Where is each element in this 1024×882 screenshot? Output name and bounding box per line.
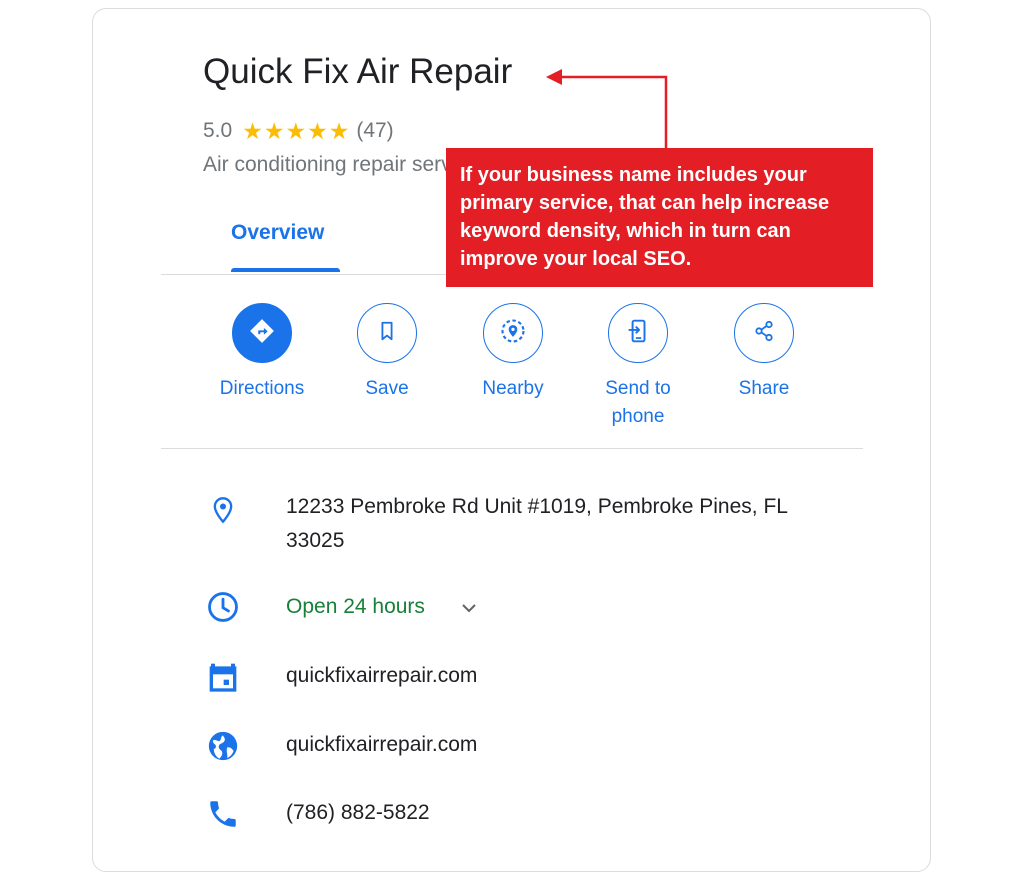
save-label: Save xyxy=(365,378,409,399)
phone-row[interactable]: (786) 882-5822 xyxy=(203,796,843,832)
globe-icon xyxy=(203,726,243,766)
share-label: Share xyxy=(738,378,790,399)
tab-overview[interactable]: Overview xyxy=(231,221,324,245)
nearby-icon xyxy=(499,317,527,350)
appointment-row[interactable]: quickfixairrepair.com xyxy=(203,659,843,695)
appointment-link[interactable]: quickfixairrepair.com xyxy=(286,659,477,693)
clock-icon xyxy=(203,587,243,627)
review-count[interactable]: (47) xyxy=(356,119,393,143)
star-icon: ★ xyxy=(328,117,350,144)
phone-number[interactable]: (786) 882-5822 xyxy=(286,796,430,830)
website-link[interactable]: quickfixairrepair.com xyxy=(286,728,477,762)
rating-stars: ★ ★ ★ ★ ★ xyxy=(242,117,350,144)
rating-score: 5.0 xyxy=(203,119,233,142)
business-category: Air conditioning repair service xyxy=(203,153,453,176)
directions-icon xyxy=(247,316,277,351)
hours-row[interactable]: Open 24 hours xyxy=(203,590,843,626)
actions-divider xyxy=(161,448,863,449)
star-icon: ★ xyxy=(285,117,307,144)
hours-text: Open 24 hours xyxy=(286,595,425,618)
rating-row[interactable]: 5.0 ★ ★ ★ ★ ★ (47) xyxy=(203,117,394,145)
directions-button[interactable]: Directions xyxy=(202,303,322,403)
directions-label: Directions xyxy=(219,378,305,399)
active-tab-indicator xyxy=(231,268,340,272)
chevron-down-icon[interactable] xyxy=(461,590,477,624)
send-to-phone-label: Send to phone xyxy=(605,378,671,427)
website-row[interactable]: quickfixairrepair.com xyxy=(203,728,843,764)
bookmark-icon xyxy=(376,320,398,347)
annotation-callout: If your business name includes your prim… xyxy=(446,148,873,287)
star-icon: ★ xyxy=(242,117,263,144)
address-row[interactable]: 12233 Pembroke Rd Unit #1019, Pembroke P… xyxy=(203,490,843,560)
phone-icon xyxy=(203,794,243,834)
business-name: Quick Fix Air Repair xyxy=(203,52,513,91)
nearby-label: Nearby xyxy=(482,378,544,399)
share-button[interactable]: Share xyxy=(704,303,824,403)
save-button[interactable]: Save xyxy=(327,303,447,403)
address-text[interactable]: 12233 Pembroke Rd Unit #1019, Pembroke P… xyxy=(286,490,846,558)
send-to-phone-icon xyxy=(625,318,651,349)
nearby-button[interactable]: Nearby xyxy=(453,303,573,403)
send-to-phone-button[interactable]: Send to phone xyxy=(578,303,698,431)
star-icon: ★ xyxy=(307,117,328,144)
location-pin-icon xyxy=(203,490,243,530)
star-icon: ★ xyxy=(263,117,285,144)
calendar-icon xyxy=(203,657,243,697)
share-icon xyxy=(752,319,776,348)
